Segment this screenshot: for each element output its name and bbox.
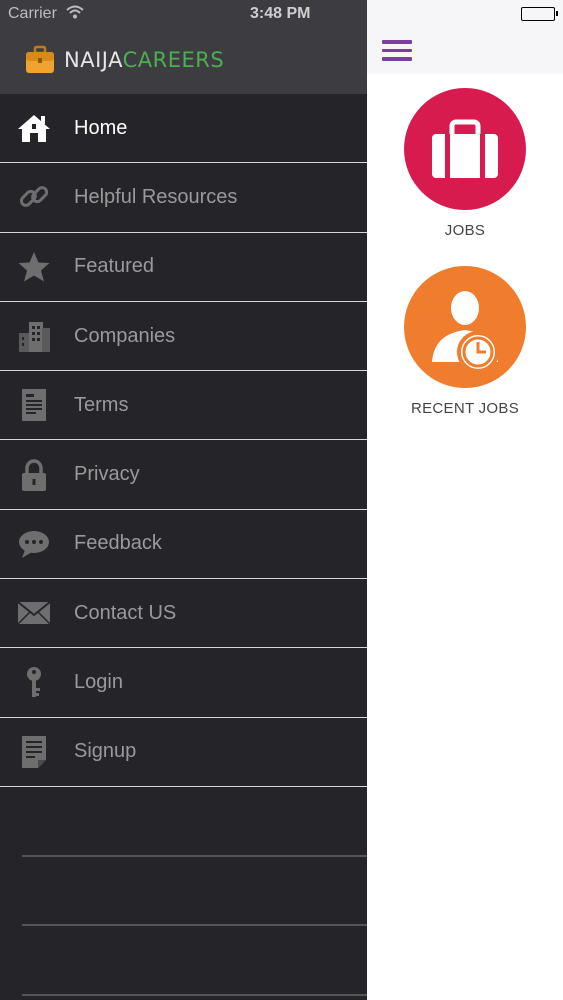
menu-item-label: Companies — [74, 324, 176, 347]
menu-item-terms[interactable]: Terms — [0, 371, 367, 441]
key-icon — [16, 665, 52, 701]
briefcase-logo-icon — [26, 45, 54, 73]
main-content: JOBS RECENT JOBS — [367, 0, 563, 1000]
drawer-menu: Home Helpful Resources Featured Companie… — [0, 94, 367, 787]
menu-item-home[interactable]: Home — [0, 94, 367, 164]
menu-item-label: Privacy — [74, 463, 140, 486]
menu-item-label: Signup — [74, 740, 137, 763]
menu-item-login[interactable]: Login — [0, 648, 367, 718]
recent-jobs-button[interactable] — [404, 266, 526, 388]
clock-label: 3:48 PM — [250, 5, 311, 22]
lock-icon — [16, 457, 52, 493]
navigation-drawer: NAIJACAREERS Home Helpful Resources Feat… — [0, 0, 367, 1000]
jobs-button[interactable] — [404, 88, 526, 210]
document-icon — [16, 387, 52, 423]
jobs-label: JOBS — [444, 222, 486, 239]
person-clock-icon — [432, 291, 499, 372]
menu-item-featured[interactable]: Featured — [0, 233, 367, 302]
home-icon — [16, 110, 52, 146]
menu-item-signup[interactable]: Signup — [0, 718, 367, 787]
form-icon — [16, 734, 52, 770]
menu-item-label: Feedback — [74, 532, 162, 555]
brand-name: NAIJACAREERS — [64, 48, 225, 72]
wifi-icon — [66, 5, 84, 24]
recent-jobs-tile[interactable]: RECENT JOBS — [367, 266, 563, 417]
star-icon — [16, 249, 52, 285]
briefcase-icon — [432, 119, 498, 178]
carrier-label: Carrier — [8, 5, 57, 22]
menu-item-label: Login — [74, 671, 123, 694]
menu-item-label: Contact US — [74, 601, 177, 624]
envelope-icon — [16, 595, 52, 631]
link-icon — [16, 179, 52, 215]
app-logo: NAIJACAREERS — [24, 44, 224, 76]
chat-bubble-icon — [16, 526, 52, 562]
divider — [22, 994, 367, 996]
battery-icon — [521, 7, 558, 21]
menu-item-feedback[interactable]: Feedback — [0, 510, 367, 580]
menu-item-privacy[interactable]: Privacy — [0, 440, 367, 510]
status-bar: Carrier 3:48 PM — [0, 0, 563, 28]
menu-item-companies[interactable]: Companies — [0, 302, 367, 372]
recent-jobs-label: RECENT JOBS — [410, 400, 520, 417]
divider — [22, 855, 367, 857]
divider — [22, 924, 367, 926]
jobs-tile[interactable]: JOBS — [367, 88, 563, 239]
buildings-icon — [16, 318, 52, 354]
menu-item-label: Helpful Resources — [74, 185, 238, 208]
menu-item-contact-us[interactable]: Contact US — [0, 579, 367, 649]
menu-item-label: Terms — [74, 393, 129, 416]
menu-item-label: Home — [74, 116, 128, 139]
menu-item-helpful-resources[interactable]: Helpful Resources — [0, 163, 367, 233]
menu-item-label: Featured — [74, 255, 155, 278]
hamburger-menu-icon[interactable] — [382, 40, 412, 62]
